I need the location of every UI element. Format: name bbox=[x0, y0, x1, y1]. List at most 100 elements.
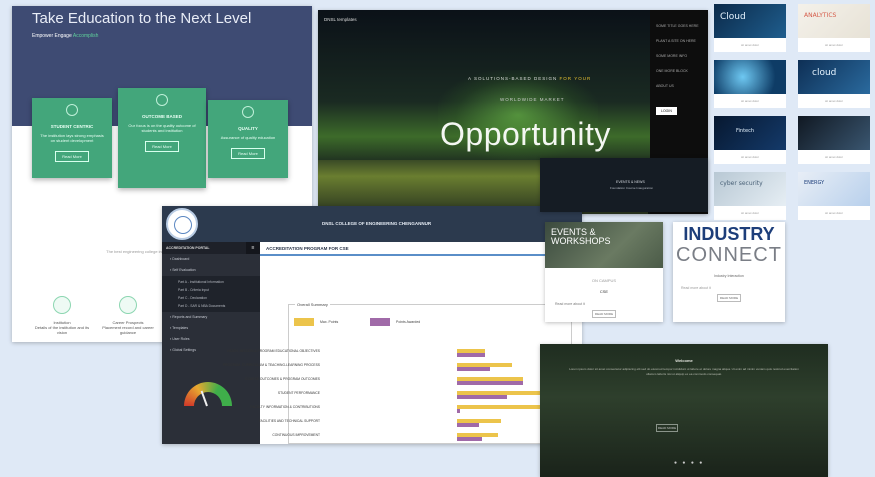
read-more-button[interactable]: READ MORE bbox=[717, 294, 741, 302]
card-icon bbox=[242, 106, 254, 118]
read-more-button[interactable]: READ MORE bbox=[592, 310, 616, 318]
mini-text: Details of the institution and its visio… bbox=[34, 325, 90, 335]
thumb-label: cloud bbox=[812, 68, 837, 78]
thumb-caption: sit amet dolor bbox=[824, 43, 843, 47]
row-label: FACILITIES AND TECHNICAL SUPPORT bbox=[258, 419, 320, 423]
thumb-card[interactable]: cyber security sit amet dolor bbox=[714, 172, 786, 220]
sidebar-item-templates[interactable]: ▪ Templates bbox=[162, 323, 260, 334]
bar-points-awarded bbox=[457, 409, 460, 413]
mini-feature-career: Career Prospects Placement record and ca… bbox=[98, 296, 158, 335]
card-title: QUALITY bbox=[238, 126, 258, 131]
row-label: PROGRAM, CURRICULUM & TEACHING-LEARNING … bbox=[222, 363, 320, 367]
thumb-label: cyber security bbox=[720, 180, 763, 187]
feature-card-quality: QUALITY Assurance of quality education R… bbox=[208, 100, 288, 178]
thumb-label: ENERGY bbox=[804, 180, 825, 186]
submenu-item[interactable]: Part C - Declaration bbox=[162, 294, 260, 302]
sidebar-submenu: Part A - Institutional Information Part … bbox=[162, 276, 260, 312]
thumb-caption: sit amet dolor bbox=[824, 99, 843, 103]
row-label: CONTINUOUS IMPROVEMENT bbox=[272, 433, 320, 437]
card-text: Assurance of quality education bbox=[220, 135, 276, 140]
industry-connect-card: INDUSTRY CONNECT Industry Interaction Re… bbox=[673, 222, 785, 322]
card-title: STUDENT CENTRIC bbox=[50, 124, 94, 129]
row-label: STUDENT PERFORMANCE bbox=[277, 391, 320, 395]
summary-row: FACULTY INFORMATION & CONTRIBUTIONS bbox=[250, 405, 567, 415]
events-banner-screenshot: EVENTS & NEWS Foundation Course Inaugura… bbox=[540, 158, 708, 212]
menu-item[interactable]: ABOUT US bbox=[656, 84, 702, 88]
college-logo bbox=[166, 208, 198, 240]
section-heading: Welcome bbox=[675, 358, 693, 363]
feature-card-student: STUDENT CENTRIC The institution lays str… bbox=[32, 98, 112, 178]
thumb-label: Cloud bbox=[720, 12, 746, 22]
thumb-label: ANALYTICS bbox=[804, 12, 837, 19]
sidebar-header: ACCREDITATION PORTAL ≡ bbox=[162, 242, 260, 254]
summary-row: COURSE OUTCOMES & PROGRAM OUTCOMES bbox=[245, 377, 523, 387]
thumb-caption: sit amet dolor bbox=[740, 211, 759, 215]
row-label: COURSE OUTCOMES & PROGRAM OUTCOMES bbox=[244, 377, 320, 381]
menu-item[interactable]: SOME TITLE GOES HERE bbox=[656, 24, 702, 28]
mini-icon bbox=[53, 296, 71, 314]
login-button[interactable]: LOGIN bbox=[656, 107, 677, 115]
events-image: EVENTS & WORKSHOPS bbox=[545, 222, 663, 268]
legend-swatch bbox=[294, 318, 314, 326]
submenu-item[interactable]: Part B - Criteria Input bbox=[162, 286, 260, 294]
legend-awarded: Points Awarded bbox=[370, 318, 420, 326]
bar-points-awarded bbox=[457, 367, 490, 371]
card-text: The institution lays strong emphasis on … bbox=[40, 133, 104, 143]
thumb-card[interactable]: Cloud sit amet dolor bbox=[714, 4, 786, 52]
card-caption: ON CAMPUS bbox=[591, 278, 617, 283]
panel-legend-title: Overall Summary bbox=[295, 302, 330, 307]
thumb-card[interactable]: sit amet dolor bbox=[714, 60, 786, 108]
carousel-dots[interactable]: ● ● ● ● bbox=[674, 460, 704, 466]
dark-section-screenshot: Welcome Lorem ipsum dolor sit amet conse… bbox=[540, 344, 828, 477]
card-icon bbox=[156, 94, 168, 106]
landing-title: Take Education to the Next Level bbox=[32, 10, 252, 27]
banner-subtitle: Foundation Course Inauguration bbox=[610, 186, 654, 190]
mini-text: Placement record and career guidance bbox=[102, 325, 154, 335]
thumb-caption: sit amet dolor bbox=[740, 99, 759, 103]
summary-row: CONTINUOUS IMPROVEMENT bbox=[272, 433, 499, 443]
events-card: EVENTS & WORKSHOPS ON CAMPUS CSE Read mor… bbox=[545, 222, 663, 322]
feature-card-outcome: OUTCOME BASED Our focus is on the qualit… bbox=[118, 88, 206, 188]
summary-row: PROGRAM, CURRICULUM & TEACHING-LEARNING … bbox=[223, 363, 512, 373]
thumb-card[interactable]: cloud sit amet dolor bbox=[798, 60, 870, 108]
landing-subtitle: Empower Engage Accomplish bbox=[32, 33, 99, 39]
thumb-card[interactable]: ENERGY sit amet dolor bbox=[798, 172, 870, 220]
hero-tagline: A SOLUTIONS-BASED DESIGN FOR YOUR bbox=[468, 76, 592, 81]
sidebar-item-user-roles[interactable]: ▪ User Roles bbox=[162, 334, 260, 345]
summary-row: VISION, MISSION & PROGRAM EDUCATIONAL OB… bbox=[227, 349, 485, 359]
card-title: CSE bbox=[599, 289, 609, 294]
accreditation-admin-screenshot: DNSL COLLEGE OF ENGINEERING CHENGANNUR A… bbox=[162, 206, 582, 444]
thumb-card[interactable]: ANALYTICS sit amet dolor bbox=[798, 4, 870, 52]
sidebar-item-dashboard[interactable]: ▪ Dashboard bbox=[162, 254, 260, 265]
card-text: Read more about it bbox=[555, 302, 585, 306]
mini-feature-institution: Institution Details of the institution a… bbox=[32, 296, 92, 335]
banner-title: EVENTS & NEWS bbox=[616, 180, 645, 184]
bar-points-awarded bbox=[457, 381, 523, 385]
menu-item[interactable]: PLANT A SITE ON HERE bbox=[656, 39, 702, 43]
read-more-button[interactable]: Read More bbox=[145, 141, 179, 152]
section-paragraph: Lorem ipsum dolor sit amet consectetur a… bbox=[569, 367, 799, 376]
submenu-item[interactable]: Part D - SAR & NBA Documents bbox=[162, 302, 260, 310]
thumb-card[interactable]: Fintech sit amet dolor bbox=[714, 116, 786, 164]
hamburger-icon[interactable]: ≡ bbox=[246, 242, 260, 254]
thumb-caption: sit amet dolor bbox=[824, 155, 843, 159]
read-more-button[interactable]: Read More bbox=[55, 151, 89, 162]
sidebar-item-self-evaluation[interactable]: ▪ Self Evaluation bbox=[162, 265, 260, 276]
summary-row: STUDENT PERFORMANCE bbox=[278, 391, 540, 401]
legend-max: Max. Points bbox=[294, 318, 338, 326]
card-icon bbox=[66, 104, 78, 116]
bar-points-awarded bbox=[457, 395, 507, 399]
read-more-button[interactable]: READ MORE bbox=[656, 424, 678, 432]
thumb-card[interactable]: sit amet dolor bbox=[798, 116, 870, 164]
menu-item[interactable]: ONE MORE BLOCK bbox=[656, 69, 702, 73]
menu-item[interactable]: SOME MORE INFO bbox=[656, 54, 702, 58]
page-title-bar: ACCREDITATION PROGRAM FOR CSE bbox=[260, 242, 582, 256]
thumb-label: Fintech bbox=[736, 128, 755, 134]
read-more-button[interactable]: Read More bbox=[231, 148, 265, 159]
hero-tagline-2: WORLDWIDE MARKET bbox=[500, 97, 565, 102]
connect-word: CONNECT bbox=[676, 244, 782, 266]
sidebar-item-reports[interactable]: ▪ Reports and Summary bbox=[162, 312, 260, 323]
bar-points-awarded bbox=[457, 353, 485, 357]
submenu-item[interactable]: Part A - Institutional Information bbox=[162, 278, 260, 286]
row-label: VISION, MISSION & PROGRAM EDUCATIONAL OB… bbox=[226, 349, 320, 353]
